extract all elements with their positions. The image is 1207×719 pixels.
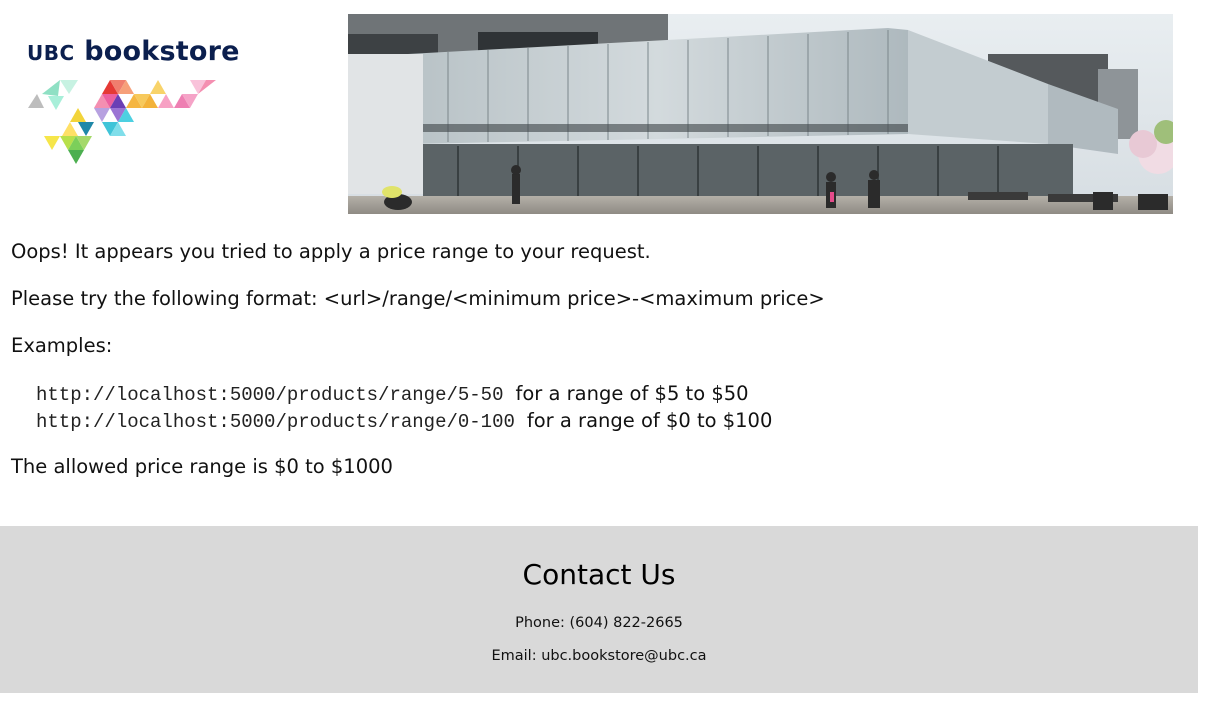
- contact-phone: Phone: (604) 822-2665: [515, 615, 683, 631]
- example-description: for a range of $0 to $100: [526, 409, 773, 432]
- format-instruction-text: Please try the following format: <url>/r…: [11, 287, 825, 310]
- logo-triangles-graphic: [28, 80, 216, 164]
- logo-ubc-text: UBC: [27, 41, 75, 65]
- allowed-range-text: The allowed price range is $0 to $1000: [11, 455, 393, 478]
- example-url: http://localhost:5000/products/range/0-1…: [36, 411, 515, 433]
- example-url: http://localhost:5000/products/range/5-5…: [36, 384, 504, 406]
- page-header: UBC bookstore: [0, 0, 1207, 215]
- examples-heading: Examples:: [11, 334, 113, 357]
- example-item: http://localhost:5000/products/range/0-1…: [36, 407, 772, 434]
- error-intro-text: Oops! It appears you tried to apply a pr…: [11, 240, 651, 263]
- contact-email: Email: ubc.bookstore@ubc.ca: [491, 648, 707, 664]
- bookstore-building-image: [348, 14, 1173, 214]
- examples-list: http://localhost:5000/products/range/5-5…: [36, 380, 772, 434]
- contact-heading: Contact Us: [522, 558, 676, 591]
- example-description: for a range of $5 to $50: [515, 382, 749, 405]
- logo-wordmark: UBC bookstore: [27, 36, 240, 67]
- logo-bookstore-text: bookstore: [84, 36, 240, 67]
- contact-footer: Contact Us Phone: (604) 822-2665 Email: …: [0, 526, 1198, 693]
- example-item: http://localhost:5000/products/range/5-5…: [36, 380, 772, 407]
- ubc-bookstore-logo[interactable]: UBC bookstore: [20, 36, 239, 176]
